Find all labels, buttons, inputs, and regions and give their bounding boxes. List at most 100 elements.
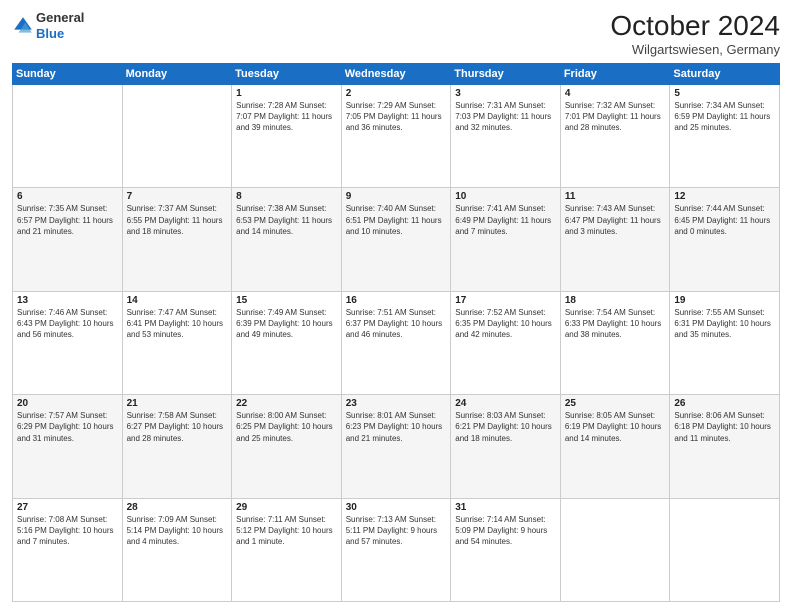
logo-blue: Blue [36,26,84,42]
day-number: 21 [127,398,228,409]
day-info: Sunrise: 7:40 AM Sunset: 6:51 PM Dayligh… [346,203,447,237]
day-info: Sunrise: 7:13 AM Sunset: 5:11 PM Dayligh… [346,514,447,548]
col-tuesday: Tuesday [232,64,342,85]
calendar-cell: 12Sunrise: 7:44 AM Sunset: 6:45 PM Dayli… [670,188,780,291]
calendar-cell: 10Sunrise: 7:41 AM Sunset: 6:49 PM Dayli… [451,188,561,291]
day-number: 28 [127,502,228,513]
calendar-cell: 25Sunrise: 8:05 AM Sunset: 6:19 PM Dayli… [560,395,670,498]
day-info: Sunrise: 7:46 AM Sunset: 6:43 PM Dayligh… [17,307,118,341]
title-block: October 2024 Wilgartswiesen, Germany [610,10,780,57]
col-saturday: Saturday [670,64,780,85]
logo: General Blue [12,10,84,41]
day-info: Sunrise: 7:41 AM Sunset: 6:49 PM Dayligh… [455,203,556,237]
month-title: October 2024 [610,10,780,42]
day-number: 20 [17,398,118,409]
day-info: Sunrise: 7:58 AM Sunset: 6:27 PM Dayligh… [127,410,228,444]
calendar-cell: 18Sunrise: 7:54 AM Sunset: 6:33 PM Dayli… [560,291,670,394]
calendar-cell: 20Sunrise: 7:57 AM Sunset: 6:29 PM Dayli… [13,395,123,498]
calendar-cell [670,498,780,601]
day-number: 13 [17,295,118,306]
day-number: 2 [346,88,447,99]
day-info: Sunrise: 7:35 AM Sunset: 6:57 PM Dayligh… [17,203,118,237]
day-info: Sunrise: 7:38 AM Sunset: 6:53 PM Dayligh… [236,203,337,237]
col-wednesday: Wednesday [341,64,451,85]
day-number: 14 [127,295,228,306]
day-number: 16 [346,295,447,306]
calendar-cell: 28Sunrise: 7:09 AM Sunset: 5:14 PM Dayli… [122,498,232,601]
day-info: Sunrise: 7:44 AM Sunset: 6:45 PM Dayligh… [674,203,775,237]
day-number: 25 [565,398,666,409]
day-number: 27 [17,502,118,513]
day-info: Sunrise: 7:55 AM Sunset: 6:31 PM Dayligh… [674,307,775,341]
location-subtitle: Wilgartswiesen, Germany [610,42,780,57]
day-number: 17 [455,295,556,306]
calendar-cell: 29Sunrise: 7:11 AM Sunset: 5:12 PM Dayli… [232,498,342,601]
day-number: 23 [346,398,447,409]
col-sunday: Sunday [13,64,123,85]
day-info: Sunrise: 8:01 AM Sunset: 6:23 PM Dayligh… [346,410,447,444]
col-thursday: Thursday [451,64,561,85]
day-info: Sunrise: 7:32 AM Sunset: 7:01 PM Dayligh… [565,100,666,134]
day-number: 9 [346,191,447,202]
day-number: 24 [455,398,556,409]
logo-text: General Blue [36,10,84,41]
day-number: 6 [17,191,118,202]
day-info: Sunrise: 7:14 AM Sunset: 5:09 PM Dayligh… [455,514,556,548]
day-info: Sunrise: 7:09 AM Sunset: 5:14 PM Dayligh… [127,514,228,548]
calendar-cell: 23Sunrise: 8:01 AM Sunset: 6:23 PM Dayli… [341,395,451,498]
calendar-cell [560,498,670,601]
calendar-cell: 31Sunrise: 7:14 AM Sunset: 5:09 PM Dayli… [451,498,561,601]
day-info: Sunrise: 7:43 AM Sunset: 6:47 PM Dayligh… [565,203,666,237]
day-number: 18 [565,295,666,306]
day-number: 1 [236,88,337,99]
day-info: Sunrise: 8:06 AM Sunset: 6:18 PM Dayligh… [674,410,775,444]
day-info: Sunrise: 7:29 AM Sunset: 7:05 PM Dayligh… [346,100,447,134]
calendar-cell: 6Sunrise: 7:35 AM Sunset: 6:57 PM Daylig… [13,188,123,291]
day-number: 4 [565,88,666,99]
calendar-cell: 16Sunrise: 7:51 AM Sunset: 6:37 PM Dayli… [341,291,451,394]
day-info: Sunrise: 8:00 AM Sunset: 6:25 PM Dayligh… [236,410,337,444]
day-number: 29 [236,502,337,513]
day-info: Sunrise: 7:28 AM Sunset: 7:07 PM Dayligh… [236,100,337,134]
day-info: Sunrise: 7:47 AM Sunset: 6:41 PM Dayligh… [127,307,228,341]
day-info: Sunrise: 7:31 AM Sunset: 7:03 PM Dayligh… [455,100,556,134]
calendar-cell: 11Sunrise: 7:43 AM Sunset: 6:47 PM Dayli… [560,188,670,291]
day-info: Sunrise: 7:51 AM Sunset: 6:37 PM Dayligh… [346,307,447,341]
day-info: Sunrise: 7:49 AM Sunset: 6:39 PM Dayligh… [236,307,337,341]
calendar-cell: 2Sunrise: 7:29 AM Sunset: 7:05 PM Daylig… [341,85,451,188]
calendar-cell: 24Sunrise: 8:03 AM Sunset: 6:21 PM Dayli… [451,395,561,498]
day-info: Sunrise: 8:03 AM Sunset: 6:21 PM Dayligh… [455,410,556,444]
day-number: 19 [674,295,775,306]
day-number: 12 [674,191,775,202]
day-info: Sunrise: 7:11 AM Sunset: 5:12 PM Dayligh… [236,514,337,548]
calendar-cell: 7Sunrise: 7:37 AM Sunset: 6:55 PM Daylig… [122,188,232,291]
day-number: 8 [236,191,337,202]
calendar-cell: 22Sunrise: 8:00 AM Sunset: 6:25 PM Dayli… [232,395,342,498]
day-number: 15 [236,295,337,306]
calendar-cell: 9Sunrise: 7:40 AM Sunset: 6:51 PM Daylig… [341,188,451,291]
calendar-cell: 14Sunrise: 7:47 AM Sunset: 6:41 PM Dayli… [122,291,232,394]
calendar-cell: 8Sunrise: 7:38 AM Sunset: 6:53 PM Daylig… [232,188,342,291]
day-info: Sunrise: 7:34 AM Sunset: 6:59 PM Dayligh… [674,100,775,134]
col-monday: Monday [122,64,232,85]
calendar-cell: 21Sunrise: 7:58 AM Sunset: 6:27 PM Dayli… [122,395,232,498]
day-info: Sunrise: 7:57 AM Sunset: 6:29 PM Dayligh… [17,410,118,444]
day-info: Sunrise: 7:08 AM Sunset: 5:16 PM Dayligh… [17,514,118,548]
header-row: Sunday Monday Tuesday Wednesday Thursday… [13,64,780,85]
day-info: Sunrise: 7:52 AM Sunset: 6:35 PM Dayligh… [455,307,556,341]
calendar-cell [13,85,123,188]
calendar-cell: 1Sunrise: 7:28 AM Sunset: 7:07 PM Daylig… [232,85,342,188]
day-number: 22 [236,398,337,409]
day-number: 3 [455,88,556,99]
calendar-cell: 5Sunrise: 7:34 AM Sunset: 6:59 PM Daylig… [670,85,780,188]
day-number: 7 [127,191,228,202]
day-number: 26 [674,398,775,409]
logo-icon [12,15,34,37]
day-info: Sunrise: 7:54 AM Sunset: 6:33 PM Dayligh… [565,307,666,341]
header: General Blue October 2024 Wilgartswiesen… [12,10,780,57]
calendar-cell: 30Sunrise: 7:13 AM Sunset: 5:11 PM Dayli… [341,498,451,601]
day-info: Sunrise: 8:05 AM Sunset: 6:19 PM Dayligh… [565,410,666,444]
day-number: 30 [346,502,447,513]
day-number: 31 [455,502,556,513]
day-number: 10 [455,191,556,202]
